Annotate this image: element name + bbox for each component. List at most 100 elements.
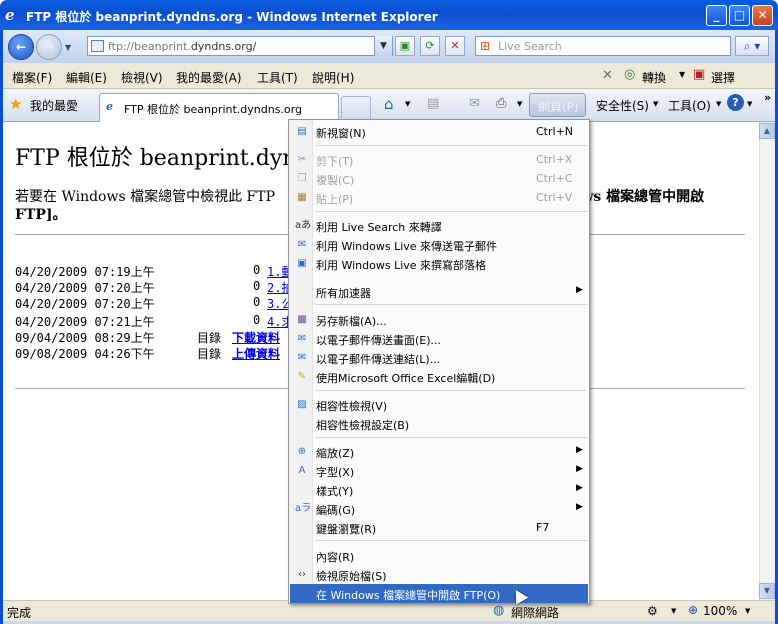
menu-item-properties[interactable]: 內容(R) <box>290 546 588 565</box>
menu-item-new-window[interactable]: ▤ 新視窗(N) Ctrl+N <box>290 122 588 141</box>
menu-item-translate[interactable]: aあ 利用 Live Search 來轉譯 <box>290 216 588 235</box>
zoom-icon[interactable]: ⊕ <box>688 603 698 617</box>
menu-file[interactable]: 檔案(F) <box>12 69 52 86</box>
vertical-scrollbar[interactable] <box>759 122 775 600</box>
search-button[interactable]: ⌕ ▾ <box>735 36 769 56</box>
scroll-down-button[interactable]: ▼ <box>759 583 775 599</box>
url-input[interactable]: ftp://beanprint.dyndns.org/ <box>87 36 393 56</box>
listing-link[interactable]: 下載資料 <box>232 329 280 346</box>
refresh-button[interactable]: ⟳ <box>420 36 440 56</box>
menu-tools[interactable]: 工具(T) <box>257 69 298 86</box>
compat-view-button[interactable]: ▣ <box>395 36 415 56</box>
favorites-button[interactable]: 我的最愛 <box>30 97 78 114</box>
tab-current[interactable]: e FTP 根位於 beanprint.dyndns.org <box>99 93 339 122</box>
submenu-arrow-icon: ▶ <box>576 464 583 474</box>
home-icon[interactable]: ⌂ <box>384 95 394 113</box>
page-heading: FTP 根位於 beanprint.dynd <box>15 146 311 171</box>
protected-mode-dropdown-icon[interactable]: ▼ <box>671 607 676 615</box>
feeds-icon[interactable]: ▤ <box>427 96 439 111</box>
menu-item-compat-settings[interactable]: 相容性檢視設定(B) <box>290 414 588 433</box>
menu-item-blog[interactable]: ▣ 利用 Windows Live 來撰寫部落格 <box>290 254 588 273</box>
menu-item-text-size[interactable]: A 字型(X) ▶ <box>290 461 588 480</box>
menu-item-all-accelerators[interactable]: 所有加速器 ▶ <box>290 282 588 301</box>
menu-view[interactable]: 檢視(V) <box>121 69 163 86</box>
translate-icon: aあ <box>295 220 312 231</box>
print-icon[interactable]: ⎙ <box>496 96 506 111</box>
new-window-icon: ▤ <box>297 126 307 137</box>
new-tab-button[interactable] <box>341 96 371 120</box>
help-icon[interactable]: ? <box>727 94 744 111</box>
menu-item-compat-view[interactable]: ▨ 相容性檢視(V) <box>290 395 588 414</box>
menu-favorites[interactable]: 我的最愛(A) <box>176 69 242 86</box>
paste-icon: ▦ <box>297 192 307 203</box>
cut-icon: ✂ <box>297 154 307 165</box>
menu-item-email-link[interactable]: ✉ 以電子郵件傳送連結(L)... <box>290 348 588 367</box>
recent-pages-dropdown[interactable]: ▼ <box>65 43 71 52</box>
maximize-button[interactable]: □ <box>729 5 750 26</box>
email-live-icon: ✉ <box>297 239 307 250</box>
tools-menu-button[interactable]: 工具(O) <box>668 97 711 114</box>
home-dropdown-icon[interactable]: ▼ <box>405 100 410 108</box>
menu-item-paste[interactable]: ▦ 貼上(P) Ctrl+V <box>290 188 588 207</box>
favorites-star-icon[interactable]: ★ <box>9 95 22 113</box>
zoom-level[interactable]: 100% <box>703 604 737 618</box>
menu-item-edit-excel[interactable]: ✎ 使用Microsoft Office Excel編輯(D) <box>290 367 588 386</box>
menu-item-zoom[interactable]: ⊕ 縮放(Z) ▶ <box>290 442 588 461</box>
scroll-up-button[interactable]: ▲ <box>759 123 775 139</box>
listing-date: 04/20/2009 07:20上午 <box>15 281 155 295</box>
menu-item-copy[interactable]: ❐ 複製(C) Ctrl+C <box>290 169 588 188</box>
menu-item-email-page[interactable]: ✉ 以電子郵件傳送畫面(E)... <box>290 329 588 348</box>
minimize-button[interactable]: _ <box>706 5 727 26</box>
mail-icon[interactable]: ✉ <box>469 96 480 111</box>
listing-row: 04/20/2009 07:20上午 0 2.拍 <box>15 279 293 296</box>
menu-item-open-ftp-explorer[interactable]: 在 Windows 檔案總管中開啟 FTP(O) <box>290 584 588 603</box>
page-icon <box>91 40 104 52</box>
submenu-arrow-icon: ▶ <box>576 483 583 493</box>
safety-menu-button[interactable]: 安全性(S) <box>596 97 649 114</box>
copy-icon: ❐ <box>297 173 307 184</box>
listing-date: 04/20/2009 07:19上午 <box>15 265 155 279</box>
save-as-icon: ▩ <box>297 314 307 325</box>
translate-button[interactable]: 轉換 <box>642 69 666 86</box>
intro-start: 若要在 Windows 檔案總管中檢視此 FTP <box>15 189 276 205</box>
protected-mode-icon[interactable]: ⚙ <box>647 604 658 618</box>
forward-button[interactable]: → <box>36 34 62 60</box>
print-dropdown-icon[interactable]: ▼ <box>517 100 522 108</box>
menu-item-style[interactable]: 樣式(Y) ▶ <box>290 480 588 499</box>
menu-help[interactable]: 說明(H) <box>312 69 354 86</box>
stop-button[interactable]: ✕ <box>445 36 465 56</box>
page-menu-button[interactable]: 網頁(P) <box>529 93 586 117</box>
select-button[interactable]: 選擇 <box>711 69 735 86</box>
help-dropdown-icon[interactable]: ▼ <box>747 100 752 108</box>
search-input[interactable]: ⊞ Live Search <box>475 36 731 56</box>
ie-logo-icon: e <box>5 6 15 24</box>
menu-item-save-as[interactable]: ▩ 另存新檔(A)... <box>290 310 588 329</box>
url-host: dyndns.org/ <box>190 40 257 53</box>
safety-dropdown-icon[interactable]: ▼ <box>653 100 658 108</box>
listing-date: 04/20/2009 07:21上午 <box>15 315 155 329</box>
close-button[interactable]: ✕ <box>752 5 773 26</box>
chevron-more-icon[interactable]: » <box>764 91 771 104</box>
submenu-arrow-icon: ▶ <box>576 502 583 512</box>
back-button[interactable]: ← <box>8 34 34 60</box>
zoom-icon: ⊕ <box>297 446 307 457</box>
listing-row: 04/20/2009 07:19上午 0 1.動 <box>15 263 293 280</box>
menu-separator <box>315 145 587 146</box>
zoom-dropdown-icon[interactable]: ▼ <box>745 607 750 615</box>
search-placeholder: Live Search <box>498 40 562 53</box>
menu-item-email-live[interactable]: ✉ 利用 Windows Live 來傳送電子郵件 <box>290 235 588 254</box>
menu-item-caret-browsing[interactable]: 鍵盤瀏覽(R) F7 <box>290 518 588 537</box>
close-bar-icon[interactable]: ✕ <box>602 68 613 83</box>
menu-edit[interactable]: 編輯(E) <box>66 69 107 86</box>
menu-item-encoding[interactable]: aラ 編碼(G) ▶ <box>290 499 588 518</box>
live-search-icon: ⊞ <box>480 39 491 53</box>
listing-row: 04/20/2009 07:20上午 0 3.公 <box>15 295 293 312</box>
listing-link[interactable]: 上傳資料 <box>232 345 280 362</box>
menu-item-cut[interactable]: ✂ 剪下(T) Ctrl+X <box>290 150 588 169</box>
url-dropdown-button[interactable]: ▼ <box>374 36 392 56</box>
tools-dropdown-icon[interactable]: ▼ <box>716 100 721 108</box>
menu-item-view-source[interactable]: ‹› 檢視原始檔(S) <box>290 565 588 584</box>
translate-dropdown-icon[interactable]: ▼ <box>679 70 685 79</box>
intro-end: ows 檔案總管中開啟 <box>572 189 705 205</box>
listing-size: 0 <box>253 295 261 309</box>
